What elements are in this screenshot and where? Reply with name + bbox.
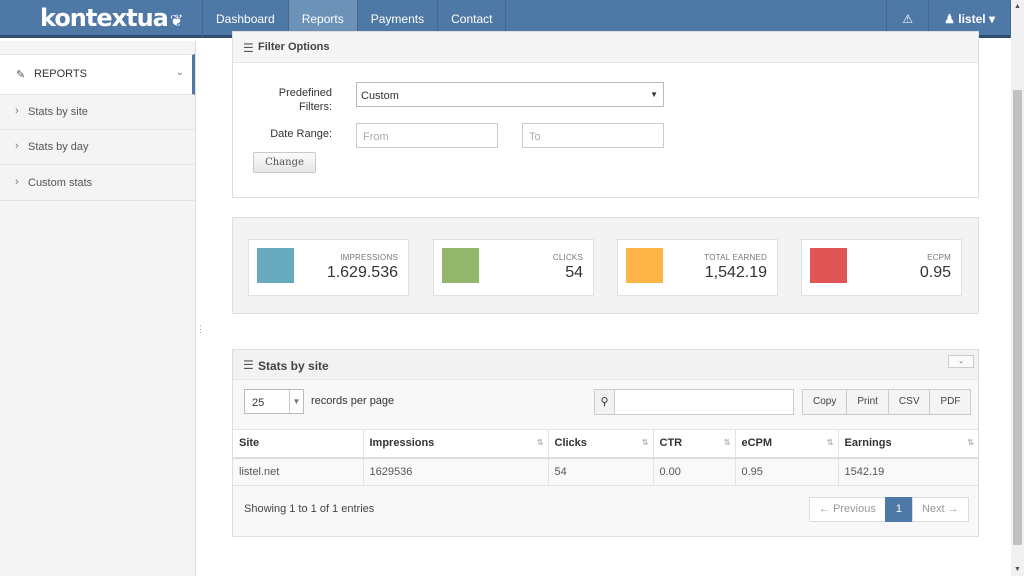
stat-card-impressions: IMPRESSIONS 1.629.536 xyxy=(248,239,409,296)
stat-card-clicks: CLICKS 54 xyxy=(433,239,594,296)
scroll-down-arrow-icon[interactable]: ▼ xyxy=(1011,563,1024,576)
scroll-up-arrow-icon[interactable]: ▲ xyxy=(1011,0,1024,13)
stat-label: IMPRESSIONS xyxy=(340,253,398,262)
filter-panel-header: ☰ Filter Options xyxy=(233,32,978,63)
stat-card-ecpm: ECPM 0.95 xyxy=(801,239,962,296)
pagination: ← Previous 1 Next → xyxy=(809,497,969,522)
stats-summary-panel: IMPRESSIONS 1.629.536 CLICKS 54 TOTAL EA… xyxy=(232,217,979,314)
column-header-ecpm[interactable]: eCPM ⇅ xyxy=(735,429,839,459)
page-1-button[interactable]: 1 xyxy=(884,497,913,522)
stats-table: Site Impressions ⇅ Clicks ⇅ CTR ⇅ eCPM ⇅ Ear… xyxy=(233,429,978,486)
date-from-input[interactable]: From xyxy=(356,123,498,148)
date-to-input[interactable]: To xyxy=(522,123,664,148)
caret-down-icon: ▼ xyxy=(289,390,303,413)
export-buttons: Copy Print CSV PDF xyxy=(802,389,972,415)
edit-icon: ✎ xyxy=(16,69,26,81)
sort-icon: ⇅ xyxy=(641,438,649,447)
column-header-site[interactable]: Site xyxy=(233,429,364,459)
predefined-filters-value: Custom xyxy=(361,90,399,102)
chevron-right-icon: › xyxy=(15,140,19,152)
column-header-clicks[interactable]: Clicks ⇅ xyxy=(548,429,654,459)
table-search-input[interactable] xyxy=(614,389,794,415)
cell-site: listel.net xyxy=(233,457,364,486)
brand-logo[interactable]: kontextua ❦ xyxy=(40,4,183,32)
cell-impressions: 1629536 xyxy=(363,457,549,486)
date-range-label: Date Range: xyxy=(270,128,332,140)
records-per-page-label: records per page xyxy=(311,395,395,407)
next-page-button[interactable]: Next → xyxy=(911,497,969,522)
chevron-down-icon: ⌄ xyxy=(958,358,964,365)
previous-page-button[interactable]: ← Previous xyxy=(809,497,886,522)
table-panel-title: Stats by site xyxy=(258,359,329,373)
table-panel-header: ☰ Stats by site ⌄ xyxy=(233,350,978,380)
csv-button[interactable]: CSV xyxy=(887,389,931,415)
sidebar-section-reports[interactable]: ✎ REPORTS ⌄ xyxy=(0,54,195,95)
menu-icon: ☰ xyxy=(243,358,254,372)
table-row: listel.net 1629536 54 0.00 0.95 1542.19 xyxy=(233,457,978,486)
chevron-right-icon: › xyxy=(15,105,19,117)
sidebar-item-label: Stats by site xyxy=(28,106,88,118)
chevron-right-icon: › xyxy=(15,176,19,188)
caret-down-icon: ▾ xyxy=(988,12,995,26)
predefined-filters-label: Predefined Filters: xyxy=(278,87,332,113)
collapse-button[interactable]: ⌄ xyxy=(948,355,974,368)
table-info: Showing 1 to 1 of 1 entries xyxy=(244,503,375,515)
stat-value: 1.629.536 xyxy=(326,264,398,281)
filter-panel: ☰ Filter Options xyxy=(232,31,979,198)
column-header-earnings[interactable]: Earnings ⇅ xyxy=(838,429,978,459)
sort-icon: ⇅ xyxy=(967,438,974,447)
sidebar-item-stats-by-day[interactable]: › Stats by day xyxy=(0,130,195,165)
cell-ctr: 0.00 xyxy=(653,457,736,486)
stat-value: 0.95 xyxy=(919,264,951,281)
table-header-row: Site Impressions ⇅ Clicks ⇅ CTR ⇅ eCPM ⇅ Ear… xyxy=(233,429,978,459)
user-icon: ♟ xyxy=(944,12,955,26)
total-earned-color-swatch xyxy=(626,248,663,283)
clicks-color-swatch xyxy=(442,248,479,283)
warning-icon: ⚠ xyxy=(902,12,914,26)
ecpm-color-swatch xyxy=(810,248,847,283)
bird-logo-icon: ❦ xyxy=(169,11,183,30)
search-icon: ⚲ xyxy=(594,389,615,415)
chevron-down-icon: ⌄ xyxy=(175,67,184,78)
date-to-placeholder: To xyxy=(529,131,541,143)
cell-earnings: 1542.19 xyxy=(838,457,978,486)
stat-label: TOTAL EARNED xyxy=(704,253,767,262)
stat-value: 1,542.19 xyxy=(704,264,767,281)
column-header-impressions[interactable]: Impressions ⇅ xyxy=(363,429,549,459)
page-length-select[interactable]: 25 ▼ xyxy=(244,389,304,414)
caret-down-icon: ▼ xyxy=(650,90,658,99)
cell-clicks: 54 xyxy=(548,457,654,486)
column-header-ctr[interactable]: CTR ⇅ xyxy=(653,429,736,459)
impressions-color-swatch xyxy=(257,248,294,283)
menu-icon: ☰ xyxy=(243,41,254,55)
page-scrollbar[interactable]: ▲ ▼ xyxy=(1011,0,1024,576)
sidebar-item-custom-stats[interactable]: › Custom stats xyxy=(0,166,195,201)
sort-icon: ⇅ xyxy=(723,438,731,447)
date-from-placeholder: From xyxy=(363,131,389,143)
sidebar: ✎ REPORTS ⌄ › Stats by site › Stats by d… xyxy=(0,41,196,576)
sidebar-resize-handle[interactable]: ⋮ xyxy=(196,324,205,335)
scroll-thumb[interactable] xyxy=(1013,90,1022,545)
sort-icon: ⇅ xyxy=(826,438,834,447)
cell-ecpm: 0.95 xyxy=(735,457,839,486)
change-button[interactable]: Change xyxy=(253,152,316,173)
stat-value: 54 xyxy=(565,264,583,281)
user-name: listel xyxy=(958,12,986,26)
sidebar-item-label: Custom stats xyxy=(28,177,93,189)
stat-card-total-earned: TOTAL EARNED 1,542.19 xyxy=(617,239,778,296)
sidebar-item-label: Stats by day xyxy=(28,141,89,153)
pdf-button[interactable]: PDF xyxy=(929,389,972,415)
page-length-value: 25 xyxy=(252,397,265,409)
copy-button[interactable]: Copy xyxy=(802,389,848,415)
predefined-filters-select[interactable]: Custom ▼ xyxy=(356,82,664,107)
sidebar-section-title: REPORTS xyxy=(34,68,87,80)
filter-panel-title: Filter Options xyxy=(258,41,330,53)
print-button[interactable]: Print xyxy=(846,389,889,415)
stat-label: CLICKS xyxy=(552,253,583,262)
sort-icon: ⇅ xyxy=(536,438,544,447)
sidebar-item-stats-by-site[interactable]: › Stats by site xyxy=(0,95,195,130)
stat-label: ECPM xyxy=(927,253,951,262)
